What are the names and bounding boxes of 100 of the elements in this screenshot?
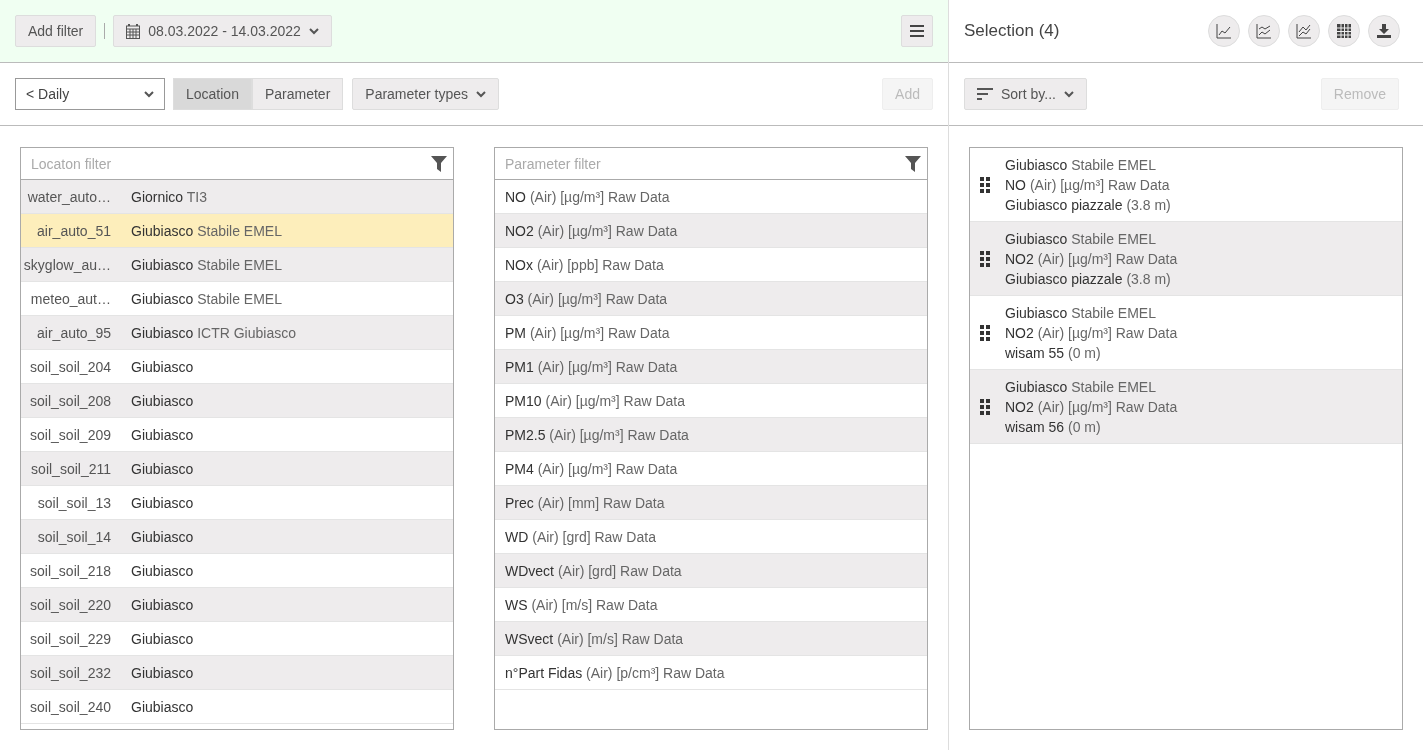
location-name: Giubiasco: [131, 698, 194, 715]
location-code: soil_soil_218: [29, 562, 111, 579]
parameter-types-dropdown[interactable]: Parameter types: [352, 78, 499, 110]
filter-icon: [431, 155, 447, 172]
selection-item[interactable]: Giubiasco Stabile EMEL NO2 (Air) [µg/m³] Raw Data wisam 56 (0 m): [970, 370, 1402, 444]
parameter-name: NOx (Air) [ppb] Raw Data: [504, 256, 664, 273]
sort-icon: [977, 88, 993, 100]
chevron-down-icon: [308, 27, 319, 35]
parameter-name: NO2 (Air) [µg/m³] Raw Data: [1005, 398, 1178, 415]
location-code: soil_soil_229: [29, 630, 111, 647]
location-row[interactable]: soil_soil_220 Giubiasco: [21, 588, 453, 622]
location-name: Giubiasco Stabile EMEL: [1005, 378, 1157, 395]
location-row[interactable]: soil_soil_14 Giubiasco: [21, 520, 453, 554]
location-row[interactable]: soil_soil_211 Giubiasco: [21, 452, 453, 486]
location-name: Giubiasco Stabile EMEL: [1005, 304, 1157, 321]
location-code: soil_soil_209: [29, 426, 111, 443]
location-row[interactable]: air_auto_95 Giubiasco ICTR Giubiasco: [21, 316, 453, 350]
chart-button[interactable]: [1288, 15, 1320, 47]
location-code: soil_soil_13: [36, 494, 111, 511]
chart-button[interactable]: [1368, 15, 1400, 47]
location-row[interactable]: water_auto… Giornico TI3: [21, 180, 453, 214]
location-code: soil_soil_240: [29, 698, 111, 715]
station-name: Giubiasco piazzale (3.8 m): [1005, 196, 1171, 213]
parameter-row[interactable]: WSvect (Air) [m/s] Raw Data: [495, 622, 927, 656]
location-name: Giubiasco: [131, 562, 194, 579]
parameter-row[interactable]: NO2 (Air) [µg/m³] Raw Data: [495, 214, 927, 248]
parameter-name: WD (Air) [grd] Raw Data: [504, 528, 656, 545]
parameter-row[interactable]: O3 (Air) [µg/m³] Raw Data: [495, 282, 927, 316]
location-name: Giubiasco Stabile EMEL: [131, 256, 282, 273]
parameter-name: NO (Air) [µg/m³] Raw Data: [504, 188, 670, 205]
menu-button[interactable]: [901, 15, 933, 47]
parameter-name: O3 (Air) [µg/m³] Raw Data: [504, 290, 668, 307]
location-name: Giubiasco: [131, 630, 194, 647]
drag-handle-icon: [980, 250, 990, 267]
view-tab[interactable]: Parameter: [251, 78, 344, 110]
download-icon: [1376, 23, 1392, 39]
location-name: Giubiasco: [131, 460, 194, 477]
chart-button[interactable]: [1328, 15, 1360, 47]
parameter-name: WS (Air) [m/s] Raw Data: [504, 596, 658, 613]
parameter-name: PM (Air) [µg/m³] Raw Data: [504, 324, 670, 341]
filter-icon: [905, 155, 921, 172]
add-filter-button[interactable]: Add filter: [15, 15, 97, 47]
view-tab[interactable]: Location: [173, 78, 252, 110]
location-row[interactable]: soil_soil_232 Giubiasco: [21, 656, 453, 690]
line-chart-icon: [1216, 23, 1232, 39]
location-code: air_auto_95: [36, 324, 111, 341]
parameter-name: WDvect (Air) [grd] Raw Data: [504, 562, 682, 579]
parameter-name: PM10 (Air) [µg/m³] Raw Data: [504, 392, 685, 409]
location-filter-field[interactable]: Locaton filter: [31, 148, 431, 179]
location-code: soil_soil_208: [29, 392, 111, 409]
parameter-name: PM2.5 (Air) [µg/m³] Raw Data: [504, 426, 689, 443]
station-name: wisam 56 (0 m): [1005, 418, 1102, 435]
parameter-row[interactable]: PM1 (Air) [µg/m³] Raw Data: [495, 350, 927, 384]
location-name: Giubiasco Stabile EMEL: [131, 290, 282, 307]
parameter-name: n°Part Fidas (Air) [p/cm³] Raw Data: [504, 664, 725, 681]
location-name: Giubiasco: [131, 392, 194, 409]
parameter-row[interactable]: WDvect (Air) [grd] Raw Data: [495, 554, 927, 588]
selection-title: Selection (4): [964, 21, 1061, 41]
sort-dropdown[interactable]: Sort by...: [964, 78, 1087, 110]
parameter-name: PM1 (Air) [µg/m³] Raw Data: [504, 358, 678, 375]
multi-line-chart-icon: [1256, 23, 1272, 39]
chevron-down-icon: [1064, 90, 1074, 98]
location-row[interactable]: soil_soil_240 Giubiasco: [21, 690, 453, 724]
parameter-name: NO2 (Air) [µg/m³] Raw Data: [504, 222, 678, 239]
location-code: skyglow_au…: [22, 256, 111, 273]
parameter-name: NO2 (Air) [µg/m³] Raw Data: [1005, 324, 1178, 341]
selection-item[interactable]: Giubiasco Stabile EMEL NO2 (Air) [µg/m³] Raw Data Giubiasco piazzale (3.8 m): [970, 222, 1402, 296]
location-name: Giubiasco: [131, 528, 194, 545]
location-name: Giubiasco Stabile EMEL: [131, 222, 282, 239]
location-name: Giubiasco: [131, 596, 194, 613]
parameter-name: PM4 (Air) [µg/m³] Raw Data: [504, 460, 678, 477]
location-code: soil_soil_232: [29, 664, 111, 681]
parameter-row[interactable]: n°Part Fidas (Air) [p/cm³] Raw Data: [495, 656, 927, 690]
location-row[interactable]: soil_soil_208 Giubiasco: [21, 384, 453, 418]
location-name: Giubiasco Stabile EMEL: [1005, 230, 1157, 247]
drag-handle-icon: [980, 324, 990, 341]
menu-icon: [910, 25, 924, 37]
parameter-filter-field[interactable]: Parameter filter: [505, 148, 905, 179]
parameter-row[interactable]: PM2.5 (Air) [µg/m³] Raw Data: [495, 418, 927, 452]
location-code: soil_soil_220: [29, 596, 111, 613]
drag-handle-icon: [980, 176, 990, 193]
location-row[interactable]: skyglow_au… Giubiasco Stabile EMEL: [21, 248, 453, 282]
interval-dropdown[interactable]: < Daily: [15, 78, 165, 110]
location-code: meteo_aut…: [29, 290, 111, 307]
location-code: soil_soil_211: [30, 460, 111, 477]
location-name: Giubiasco: [131, 358, 194, 375]
date-range-dropdown[interactable]: 08.03.2022 - 14.03.2022: [113, 15, 332, 47]
location-code: water_auto…: [26, 188, 111, 205]
location-row[interactable]: air_auto_51 Giubiasco Stabile EMEL: [21, 214, 453, 248]
station-name: wisam 55 (0 m): [1005, 344, 1102, 361]
chevron-down-icon: [144, 90, 154, 98]
parameter-row[interactable]: Prec (Air) [mm] Raw Data: [495, 486, 927, 520]
station-name: Giubiasco piazzale (3.8 m): [1005, 270, 1172, 287]
location-name: Giubiasco: [131, 494, 194, 511]
parameter-name: WSvect (Air) [m/s] Raw Data: [504, 630, 684, 647]
chevron-down-icon: [476, 90, 486, 98]
location-name: Giubiasco ICTR Giubiasco: [131, 324, 296, 341]
location-code: soil_soil_14: [36, 528, 111, 545]
parameter-name: Prec (Air) [mm] Raw Data: [504, 494, 665, 511]
table-icon: [1336, 23, 1352, 39]
